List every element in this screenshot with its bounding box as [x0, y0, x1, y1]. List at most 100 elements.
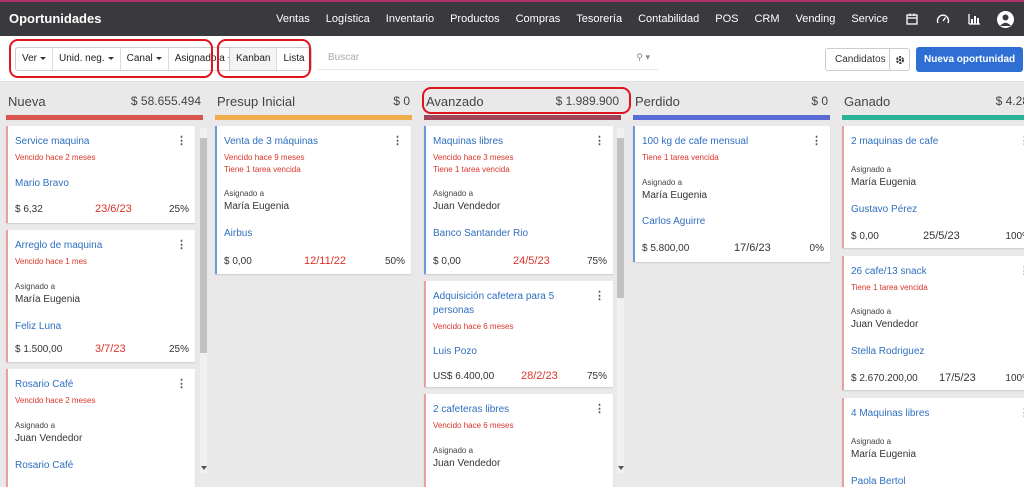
card-title[interactable]: 2 cafeteras libres: [433, 403, 593, 417]
calendar-icon[interactable]: [904, 11, 920, 27]
card-date: 23/6/23: [95, 203, 132, 215]
card-date: 24/5/23: [513, 255, 550, 267]
nav-item-pos[interactable]: POS: [715, 13, 738, 25]
nav-item-contabilidad[interactable]: Contabilidad: [638, 13, 699, 25]
column-title: Perdido: [635, 94, 680, 109]
candidatos-button[interactable]: Candidatos: [825, 48, 896, 71]
card-amount: $ 2.670.200,00: [851, 373, 918, 384]
view-switch-highlight: [217, 39, 311, 78]
column-total: $ 58.655.494: [130, 94, 201, 108]
card-company[interactable]: Banco Santander Rio: [433, 228, 528, 239]
scrollbar-thumb[interactable]: [617, 138, 624, 298]
opportunity-card[interactable]: Venta de 3 máquinas ⋮ Vencido hace 9 mes…: [215, 126, 411, 274]
opportunity-card[interactable]: 2 maquinas de cafe ⋮ Asignado a María Eu…: [842, 126, 1024, 248]
chart-icon[interactable]: [966, 11, 982, 27]
nav-item-compras[interactable]: Compras: [516, 13, 561, 25]
column-avanzado: Avanzado $ 1.989.900 Maquinas libres ⋮ V…: [418, 83, 621, 487]
card-overdue: Vencido hace 2 meses: [15, 153, 96, 162]
card-menu-icon[interactable]: ⋮: [176, 238, 187, 251]
card-probability: 25%: [168, 204, 189, 215]
nav-item-vending[interactable]: Vending: [796, 13, 836, 25]
card-title[interactable]: 26 cafe/13 snack: [851, 265, 1011, 279]
card-menu-icon[interactable]: ⋮: [594, 289, 605, 302]
card-assigned: Juan Vendedor: [851, 319, 919, 330]
nav-item-inventario[interactable]: Inventario: [386, 13, 434, 25]
card-date: 28/2/23: [521, 370, 558, 382]
card-assigned-label: Asignado a: [851, 307, 892, 316]
opportunity-card[interactable]: Arreglo de maquina ⋮ Vencido hace 1 mes …: [6, 230, 195, 362]
opportunity-card[interactable]: Rosario Café ⋮ Vencido hace 2 meses Asig…: [6, 369, 195, 487]
card-title[interactable]: Adquisición cafetera para 5 personas: [433, 290, 593, 318]
opportunity-card[interactable]: 4 Maquinas libres ⋮ Asignado a María Eug…: [842, 398, 1024, 487]
card-date: 12/11/22: [304, 255, 347, 267]
column-scrollbar[interactable]: [617, 128, 624, 473]
card-menu-icon[interactable]: ⋮: [594, 402, 605, 415]
card-overdue: Vencido hace 9 meses: [224, 153, 305, 162]
opportunity-card[interactable]: 26 cafe/13 snack ⋮ Tiene 1 tarea vencida…: [842, 256, 1024, 390]
card-menu-icon[interactable]: ⋮: [176, 377, 187, 390]
card-date: 3/7/23: [95, 343, 126, 355]
opportunity-card[interactable]: 100 kg de cafe mensual ⋮ Tiene 1 tarea v…: [633, 126, 830, 262]
card-company[interactable]: Rosario Café: [15, 460, 73, 471]
card-menu-icon[interactable]: ⋮: [1019, 406, 1024, 419]
card-amount: $ 0,00: [851, 231, 879, 242]
user-avatar-icon[interactable]: [997, 10, 1014, 28]
card-company[interactable]: Feliz Luna: [15, 321, 61, 332]
card-assigned: María Eugenia: [642, 190, 708, 201]
column-color-bar: [842, 115, 1024, 120]
card-title[interactable]: Service maquina: [15, 135, 175, 149]
scrollbar-thumb[interactable]: [200, 138, 207, 353]
nav-item-service[interactable]: Service: [851, 13, 888, 25]
gear-icon[interactable]: [889, 48, 910, 71]
card-amount: $ 1.500,00: [15, 344, 63, 355]
scroll-down-icon[interactable]: [200, 466, 207, 470]
card-overdue-task: Tiene 1 tarea vencida: [642, 153, 719, 162]
card-overdue: Vencido hace 1 mes: [15, 257, 88, 266]
nav-item-tesoreria[interactable]: Tesorería: [576, 13, 622, 25]
card-menu-icon[interactable]: ⋮: [176, 134, 187, 147]
toolbar: Ver Unid. neg. Canal Asignado a Kanban L…: [0, 36, 1024, 82]
opportunity-card[interactable]: 2 cafeteras libres ⋮ Vencido hace 6 mese…: [424, 394, 613, 487]
column-title: Presup Inicial: [217, 94, 296, 109]
nav-item-productos[interactable]: Productos: [450, 13, 500, 25]
card-menu-icon[interactable]: ⋮: [1019, 264, 1024, 277]
card-company[interactable]: Gustavo Pérez: [851, 204, 917, 215]
card-company[interactable]: Luis Pozo: [433, 346, 477, 357]
card-menu-icon[interactable]: ⋮: [392, 134, 403, 147]
card-title[interactable]: 2 maquinas de cafe: [851, 135, 1011, 149]
column-scrollbar[interactable]: [200, 128, 207, 473]
card-title[interactable]: Rosario Café: [15, 378, 175, 392]
opportunity-card[interactable]: Maquinas libres ⋮ Vencido hace 3 meses T…: [424, 126, 613, 274]
search-dropdown-icon[interactable]: ⚲ ▾: [636, 52, 650, 63]
card-assigned: Juan Vendedor: [433, 458, 501, 469]
card-company[interactable]: Airbus: [224, 228, 252, 239]
card-title[interactable]: 100 kg de cafe mensual: [642, 135, 802, 149]
nav-item-ventas[interactable]: Ventas: [276, 13, 310, 25]
card-title[interactable]: Arreglo de maquina: [15, 239, 175, 253]
search-box[interactable]: Buscar ⚲ ▾: [318, 48, 658, 70]
card-date: 17/5/23: [939, 372, 976, 384]
card-title[interactable]: 4 Maquinas libres: [851, 407, 1011, 421]
nueva-oportunidad-button[interactable]: Nueva oportunidad: [916, 47, 1024, 72]
column-total: $ 4.285.: [995, 94, 1024, 108]
main-nav: Ventas Logística Inventario Productos Co…: [276, 2, 1024, 36]
card-company[interactable]: Mario Bravo: [15, 178, 69, 189]
opportunity-card[interactable]: Adquisición cafetera para 5 personas ⋮ V…: [424, 281, 613, 387]
card-amount: US$ 6.400,00: [433, 371, 495, 382]
card-company[interactable]: Paola Bertol: [851, 476, 905, 487]
avanzado-header-highlight: [422, 87, 631, 114]
nav-item-crm[interactable]: CRM: [754, 13, 779, 25]
column-total: $ 0: [393, 94, 410, 108]
card-company[interactable]: Carlos Aguirre: [642, 216, 705, 227]
card-title[interactable]: Venta de 3 máquinas: [224, 135, 384, 149]
column-color-bar: [215, 115, 412, 120]
nav-item-logistica[interactable]: Logística: [326, 13, 370, 25]
opportunity-card[interactable]: Service maquina ⋮ Vencido hace 2 meses M…: [6, 126, 195, 223]
gauge-icon[interactable]: [935, 11, 951, 27]
card-menu-icon[interactable]: ⋮: [811, 134, 822, 147]
card-menu-icon[interactable]: ⋮: [594, 134, 605, 147]
card-title[interactable]: Maquinas libres: [433, 135, 593, 149]
scroll-down-icon[interactable]: [617, 466, 624, 470]
card-company[interactable]: Stella Rodriguez: [851, 346, 924, 357]
card-menu-icon[interactable]: ⋮: [1019, 134, 1024, 147]
